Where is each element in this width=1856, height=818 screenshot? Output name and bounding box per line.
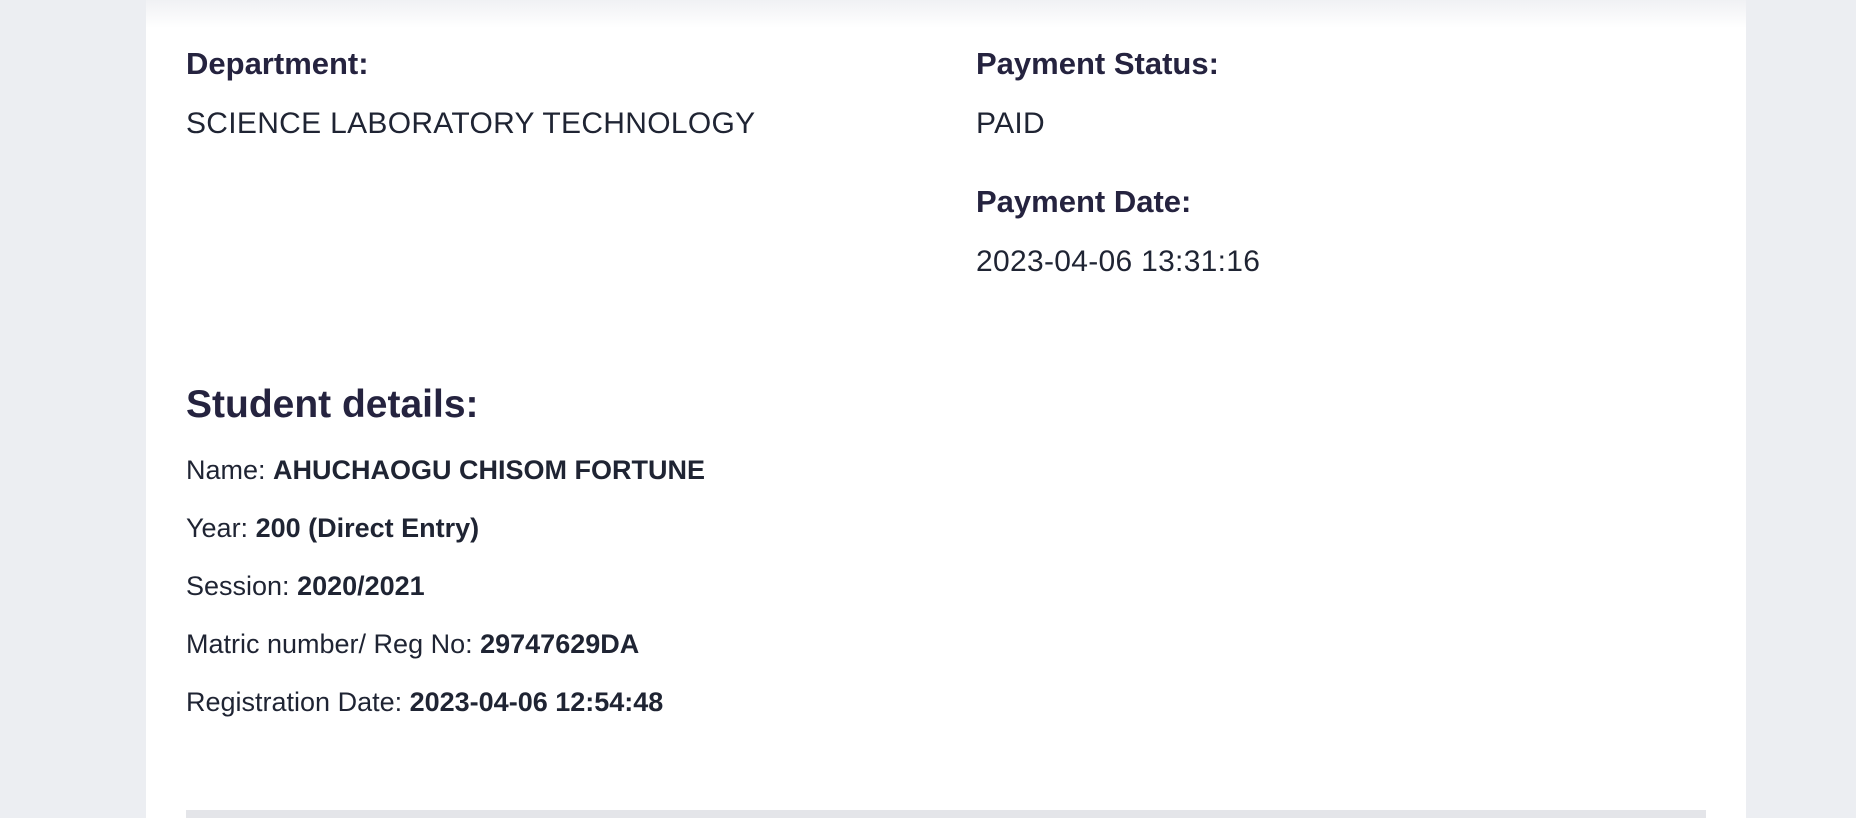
- student-matric-row: Matric number/ Reg No: 29747629DA: [186, 626, 1386, 662]
- receipt-card: Department: SCIENCE LABORATORY TECHNOLOG…: [146, 0, 1746, 818]
- student-year-row: Year: 200 (Direct Entry): [186, 510, 1386, 546]
- department-label: Department:: [186, 46, 369, 81]
- student-year-value: 200 (Direct Entry): [255, 513, 480, 543]
- student-registration-date-label: Registration Date:: [186, 687, 410, 717]
- payment-date-label: Payment Date:: [976, 184, 1192, 219]
- student-matric-label: Matric number/ Reg No:: [186, 629, 481, 659]
- student-matric-value: 29747629DA: [480, 629, 640, 659]
- payment-column: Payment Status: PAID Payment Date: 2023-…: [976, 44, 1676, 282]
- student-name-label: Name:: [186, 455, 274, 485]
- payment-status-label: Payment Status:: [976, 46, 1219, 81]
- student-session-label: Session:: [186, 571, 298, 601]
- student-year-label: Year:: [186, 513, 256, 543]
- student-name-value: AHUCHAOGU CHISOM FORTUNE: [273, 455, 706, 485]
- department-field: Department: SCIENCE LABORATORY TECHNOLOG…: [186, 44, 886, 144]
- student-details-section: Student details: Name: AHUCHAOGU CHISOM …: [186, 380, 1386, 742]
- payment-date-value: 2023-04-06 13:31:16: [976, 245, 1261, 278]
- department-column: Department: SCIENCE LABORATORY TECHNOLOG…: [186, 44, 886, 144]
- payment-status-value: PAID: [976, 107, 1045, 140]
- payment-date-field: Payment Date: 2023-04-06 13:31:16: [976, 182, 1676, 282]
- student-session-value: 2020/2021: [297, 571, 425, 601]
- student-session-row: Session: 2020/2021: [186, 568, 1386, 604]
- department-value: SCIENCE LABORATORY TECHNOLOGY: [186, 107, 756, 140]
- section-divider-bar: [186, 810, 1706, 818]
- student-details-title: Student details:: [186, 383, 479, 426]
- header-shadow: [146, 0, 1746, 28]
- payment-status-field: Payment Status: PAID: [976, 44, 1676, 144]
- student-registration-date-value: 2023-04-06 12:54:48: [409, 687, 664, 717]
- student-name-row: Name: AHUCHAOGU CHISOM FORTUNE: [186, 452, 1386, 488]
- student-registration-date-row: Registration Date: 2023-04-06 12:54:48: [186, 684, 1386, 720]
